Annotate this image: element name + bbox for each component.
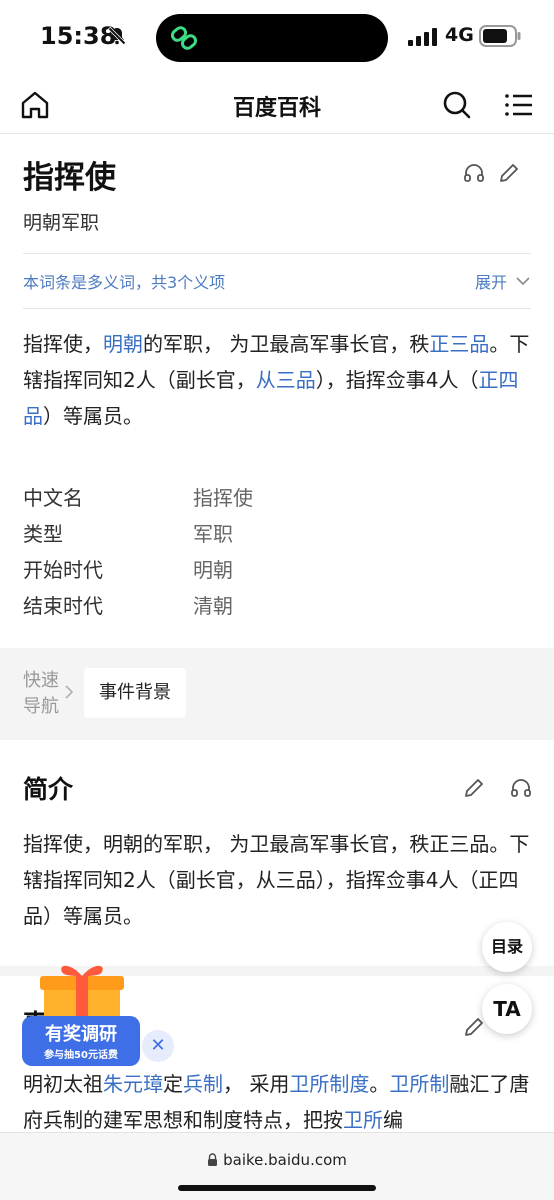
survey-promo[interactable]: 有奖调研 参与抽50元话费 ✕	[20, 960, 174, 1068]
infobox: 中文名 指挥使 类型 军职 开始时代 明朝 结束时代 清朝	[23, 480, 531, 624]
ta-button[interactable]: TA	[482, 984, 532, 1034]
close-icon[interactable]: ✕	[142, 1030, 174, 1062]
quick-nav: 快速导航 事件背景	[0, 648, 554, 740]
expand-button[interactable]: 展开	[475, 269, 531, 293]
top-nav: 百度百科	[0, 76, 554, 134]
text-run: ）等属员。	[43, 404, 143, 428]
bell-slash-icon	[107, 26, 127, 46]
toc-button[interactable]: 目录	[482, 922, 532, 972]
text-run: 编	[383, 1108, 403, 1132]
quick-nav-label: 快速导航	[23, 670, 59, 717]
status-bar: 15:38 4G	[0, 0, 554, 76]
text-run: 指挥使，	[23, 332, 103, 356]
infobox-key: 中文名	[23, 486, 83, 510]
inline-link[interactable]: 卫所	[343, 1108, 383, 1132]
infobox-value: 明朝	[193, 558, 233, 582]
signal-icon	[408, 28, 437, 46]
quick-nav-item[interactable]: 事件背景	[84, 668, 186, 718]
home-indicator[interactable]	[178, 1185, 376, 1191]
background-paragraph: 明初太祖朱元璋定兵制， 采用卫所制度。卫所制融汇了唐府兵制的建军思想和制度特点，…	[23, 1066, 531, 1132]
section-heading-intro: 简介	[23, 775, 74, 804]
inline-link[interactable]: 朱元璋	[103, 1072, 163, 1096]
inline-link[interactable]: 卫所制度	[289, 1072, 369, 1096]
url-field[interactable]: baike.baidu.com	[0, 1151, 554, 1169]
inline-link[interactable]: 正三品	[429, 332, 489, 356]
infobox-value: 指挥使	[193, 486, 253, 510]
text-run: ， 采用	[223, 1072, 290, 1096]
text-run: ），指挥佥事4人（	[315, 368, 479, 392]
battery-icon	[479, 25, 521, 47]
text-run: 明初太祖	[23, 1072, 103, 1096]
infobox-value: 军职	[193, 522, 233, 546]
headphones-icon[interactable]	[509, 776, 533, 800]
text-run: 。	[369, 1072, 390, 1096]
promo-subtitle: 参与抽50元话费	[44, 1050, 118, 1061]
inline-link[interactable]: 兵制	[183, 1072, 223, 1096]
inline-link[interactable]: 卫所制	[389, 1072, 449, 1096]
chevron-down-icon	[516, 277, 530, 286]
edit-icon[interactable]	[462, 1015, 486, 1039]
infobox-row: 中文名 指挥使	[23, 480, 531, 516]
divider	[23, 253, 531, 254]
infobox-row: 开始时代 明朝	[23, 552, 531, 588]
dynamic-island	[156, 14, 388, 62]
summary-paragraph: 指挥使，明朝的军职， 为卫最高军事长官，秩正三品。下辖指挥同知2人（副长官，从三…	[23, 326, 531, 434]
infobox-key: 结束时代	[23, 594, 103, 618]
page-title: 指挥使	[23, 160, 116, 196]
intro-paragraph: 指挥使，明朝的军职， 为卫最高军事长官，秩正三品。下辖指挥同知2人（副长官，从三…	[23, 832, 530, 928]
text-run: 的军职， 为卫最高军事长官，秩	[143, 332, 430, 356]
chevron-right-icon	[65, 685, 74, 699]
promo-pill[interactable]: 有奖调研 参与抽50元话费	[22, 1016, 140, 1066]
page-subtitle: 明朝军职	[23, 212, 100, 234]
menu-icon[interactable]	[502, 88, 536, 122]
browser-url-bar[interactable]: baike.baidu.com	[0, 1132, 554, 1200]
inline-link[interactable]: 明朝	[103, 332, 143, 356]
infobox-value: 清朝	[193, 594, 233, 618]
network-label: 4G	[445, 24, 474, 46]
infobox-row: 结束时代 清朝	[23, 588, 531, 624]
headphones-icon[interactable]	[462, 161, 486, 185]
url-text: baike.baidu.com	[223, 1151, 347, 1169]
infobox-row: 类型 军职	[23, 516, 531, 552]
status-time: 15:38	[40, 22, 117, 50]
polysemy-notice[interactable]: 本词条是多义词，共3个义项	[23, 269, 225, 293]
divider	[23, 308, 531, 309]
inline-link[interactable]: 从三品	[256, 368, 316, 392]
edit-icon[interactable]	[462, 776, 486, 800]
lock-icon	[208, 1153, 218, 1166]
text-run: 定	[163, 1072, 183, 1096]
infobox-key: 类型	[23, 522, 63, 546]
search-icon[interactable]	[440, 88, 474, 122]
infobox-key: 开始时代	[23, 558, 103, 582]
link-icon	[170, 26, 198, 50]
edit-icon[interactable]	[497, 161, 521, 185]
expand-label: 展开	[474, 273, 507, 292]
promo-title: 有奖调研	[45, 1024, 117, 1045]
